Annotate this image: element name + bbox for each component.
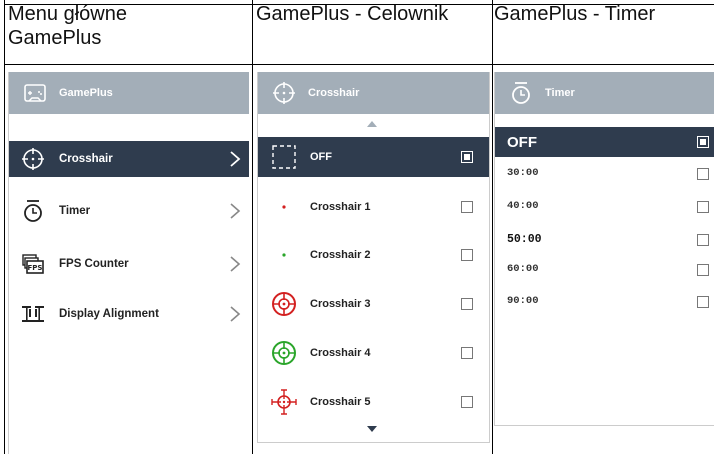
crosshair-option-5[interactable]: Crosshair 5 (258, 382, 489, 422)
timer-option-off[interactable]: OFF (495, 127, 714, 157)
table-border-left (4, 0, 5, 454)
crosshair-icon (273, 82, 295, 104)
checkbox[interactable] (461, 396, 473, 408)
dashed-square-icon (272, 145, 296, 169)
menu-item-display-alignment[interactable]: Display Alignment (9, 296, 249, 332)
crosshair-option-label: Crosshair 2 (310, 249, 371, 261)
timer-option-30[interactable]: 30:00 (495, 157, 714, 189)
table-header-divider (4, 64, 714, 65)
main-menu-panel: GamePlus Crosshair Timer FPS FPS Counter… (8, 72, 249, 454)
timer-panel: Timer OFF 30:00 40:00 50:00 60:00 90:00 (494, 72, 714, 426)
crosshair-icon (22, 148, 44, 170)
crosshair-header: Crosshair (258, 72, 489, 114)
timer-header: Timer (495, 72, 714, 114)
table-divider-1 (252, 0, 253, 454)
chevron-right-icon (230, 151, 241, 167)
menu-item-label: Display Alignment (59, 308, 159, 320)
crosshair-option-label: OFF (310, 151, 332, 163)
menu-item-label: Timer (59, 205, 91, 217)
timer-option-label: OFF (507, 133, 537, 151)
fps-counter-icon: FPS (22, 254, 44, 274)
red-sniper-crosshair-icon (271, 389, 297, 415)
checkbox[interactable] (461, 347, 473, 359)
crosshair-option-1[interactable]: Crosshair 1 (258, 187, 489, 227)
red-dot-icon (282, 205, 286, 209)
crosshair-option-label: Crosshair 1 (310, 201, 371, 213)
display-alignment-icon (22, 306, 44, 322)
crosshair-option-4[interactable]: Crosshair 4 (258, 333, 489, 373)
timer-icon (512, 82, 530, 104)
scroll-down-arrow-icon[interactable] (366, 425, 378, 433)
column-title-line-2: GamePlus (8, 27, 102, 49)
crosshair-option-3[interactable]: Crosshair 3 (258, 284, 489, 324)
checkbox[interactable] (461, 249, 473, 261)
red-crosshair-icon (272, 292, 296, 316)
menu-item-label: FPS Counter (59, 258, 129, 270)
gamepad-icon (24, 84, 46, 102)
checkbox[interactable] (461, 201, 473, 213)
checkbox[interactable] (697, 136, 709, 148)
green-crosshair-icon (272, 341, 296, 365)
checkbox[interactable] (697, 168, 709, 180)
svg-text:FPS: FPS (28, 264, 43, 272)
crosshair-title: Crosshair (308, 87, 360, 99)
crosshair-option-label: Crosshair 4 (310, 347, 371, 359)
timer-option-60[interactable]: 60:00 (495, 253, 714, 285)
main-menu-title: GamePlus (59, 87, 113, 99)
comparison-table: Menu główne GamePlus GamePlus - Celownik… (0, 0, 714, 454)
menu-item-crosshair[interactable]: Crosshair (9, 141, 249, 177)
menu-item-timer[interactable]: Timer (9, 193, 249, 229)
crosshair-option-label: Crosshair 5 (310, 396, 371, 408)
chevron-right-icon (230, 203, 241, 219)
checkbox[interactable] (697, 264, 709, 276)
checkbox[interactable] (461, 151, 473, 163)
timer-option-label: 30:00 (507, 167, 539, 179)
menu-item-label: Crosshair (59, 153, 113, 165)
column-title-crosshair: GamePlus - Celownik (256, 3, 449, 25)
timer-icon (24, 200, 42, 222)
checkbox[interactable] (697, 201, 709, 213)
timer-option-50[interactable]: 50:00 (495, 223, 714, 255)
chevron-right-icon (230, 306, 241, 322)
chevron-right-icon (230, 256, 241, 272)
checkbox[interactable] (697, 296, 709, 308)
checkbox[interactable] (697, 234, 709, 246)
timer-option-label: 50:00 (507, 232, 542, 246)
crosshair-panel: Crosshair OFF Crosshair 1 Crosshair 2 Cr… (257, 72, 490, 443)
timer-option-label: 90:00 (507, 295, 539, 307)
crosshair-option-off[interactable]: OFF (258, 137, 489, 177)
main-menu-header: GamePlus (9, 72, 249, 114)
crosshair-option-label: Crosshair 3 (310, 298, 371, 310)
column-title-timer: GamePlus - Timer (494, 3, 656, 25)
scroll-up-arrow-icon[interactable] (366, 120, 378, 128)
crosshair-option-2[interactable]: Crosshair 2 (258, 235, 489, 275)
timer-option-label: 40:00 (507, 200, 539, 212)
checkbox[interactable] (461, 298, 473, 310)
column-title-main-menu: Menu główne GamePlus (8, 2, 127, 50)
timer-title: Timer (545, 87, 575, 99)
timer-option-40[interactable]: 40:00 (495, 190, 714, 222)
column-title-line-1: Menu główne (8, 3, 127, 25)
timer-option-90[interactable]: 90:00 (495, 285, 714, 317)
green-dot-icon (282, 253, 286, 257)
table-divider-2 (492, 0, 493, 454)
timer-option-label: 60:00 (507, 263, 539, 275)
menu-item-fps-counter[interactable]: FPS FPS Counter (9, 246, 249, 282)
